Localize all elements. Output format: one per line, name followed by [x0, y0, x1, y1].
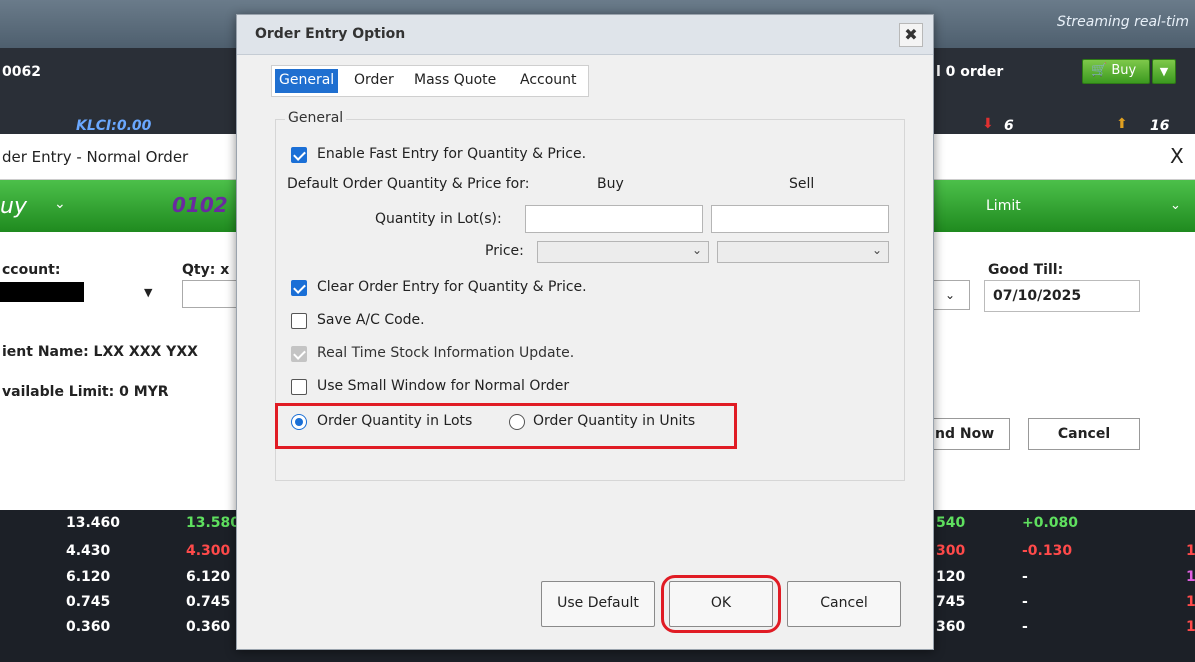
good-till-label: Good Till: — [988, 262, 1064, 278]
quote-cell: 1 — [1186, 594, 1195, 610]
arrow-down-icon: ⬇ — [982, 116, 994, 132]
clear-order-entry-checkbox[interactable] — [291, 280, 307, 296]
enable-fast-entry-label: Enable Fast Entry for Quantity & Price. — [317, 146, 587, 162]
small-window-label: Use Small Window for Normal Order — [317, 378, 570, 394]
order-count: l 0 order — [936, 64, 1004, 80]
buy-column-header: Buy — [597, 176, 624, 192]
buy-dropdown-button[interactable]: ▼ — [1152, 59, 1176, 84]
quote-cell: 1 — [1186, 569, 1195, 585]
sell-quantity-lots-input[interactable] — [711, 205, 889, 233]
quote-cell: +0.080 — [1022, 515, 1079, 531]
quote-cell: - — [1022, 619, 1028, 635]
quote-cell: 4.430 — [66, 543, 111, 559]
account-select-redacted[interactable] — [0, 282, 84, 302]
tab-account[interactable]: Account — [516, 69, 581, 93]
tab-general[interactable]: General — [275, 69, 339, 93]
good-till-type-select[interactable]: ⌄ — [930, 280, 970, 310]
enable-fast-entry-checkbox[interactable] — [291, 147, 307, 163]
sell-price-select[interactable]: ⌄ — [717, 241, 889, 263]
advancers-count: 16 — [1150, 118, 1170, 134]
quote-cell: 6.120 — [66, 569, 111, 585]
quote-cell: - — [1022, 594, 1028, 610]
chevron-down-icon: ⌄ — [944, 288, 956, 302]
order-window-close-button[interactable]: X — [1170, 144, 1184, 168]
account-label: ccount: — [2, 262, 61, 278]
buy-button[interactable]: 🛒 Buy — [1082, 59, 1150, 84]
quote-cell: 360 — [936, 619, 966, 635]
stock-code: 0062 — [2, 64, 41, 80]
price-label: Price: — [485, 243, 524, 259]
buy-quantity-lots-input[interactable] — [525, 205, 703, 233]
quantity-input[interactable] — [182, 280, 240, 308]
chevron-down-icon: ▼ — [1159, 65, 1169, 78]
order-side-label[interactable]: uy — [0, 194, 27, 219]
quote-cell: 540 — [936, 515, 966, 531]
good-till-date-input[interactable]: 07/10/2025 — [984, 280, 1140, 312]
quote-cell: 0.745 — [66, 594, 111, 610]
order-window-title: der Entry - Normal Order — [2, 148, 189, 166]
streaming-status: Streaming real-tim — [1057, 14, 1189, 30]
stock-number: 0102 — [172, 193, 228, 217]
quote-cell: 4.300 — [186, 543, 231, 559]
buy-button-label: Buy — [1111, 63, 1137, 78]
chevron-down-icon: ⌄ — [871, 243, 882, 257]
tab-bar: General Order Mass Quote Account — [271, 65, 589, 97]
order-entry-option-dialog: Order Entry Option ✖ General Order Mass … — [236, 14, 934, 650]
cart-icon: 🛒 — [1091, 63, 1108, 78]
chevron-down-icon: ⌄ — [691, 243, 702, 257]
dialog-title: Order Entry Option — [255, 26, 406, 42]
klci-index: KLCI:0.00 — [76, 118, 152, 134]
close-icon[interactable]: ✖ — [899, 23, 923, 47]
order-type-select[interactable]: Limit — [986, 198, 1021, 214]
quote-cell: 1 — [1186, 619, 1195, 635]
dialog-titlebar: Order Entry Option ✖ — [237, 15, 933, 55]
client-name: ient Name: LXX XXX YXX — [2, 344, 198, 360]
tab-order[interactable]: Order — [350, 69, 398, 93]
radio-highlight-annotation — [275, 403, 737, 449]
quantity-label: Qty: x — [182, 262, 230, 278]
arrow-up-icon: ⬆ — [1116, 116, 1128, 132]
real-time-update-label: Real Time Stock Information Update. — [317, 345, 575, 361]
small-window-checkbox[interactable] — [291, 379, 307, 395]
chevron-down-icon[interactable]: ⌄ — [1170, 198, 1181, 213]
clear-order-entry-label: Clear Order Entry for Quantity & Price. — [317, 279, 587, 295]
quote-cell: 745 — [936, 594, 966, 610]
send-now-button[interactable]: nd Now — [930, 418, 1010, 450]
dropdown-arrow-icon[interactable]: ▼ — [144, 286, 152, 299]
cancel-order-button[interactable]: Cancel — [1028, 418, 1140, 450]
quote-cell: 1 — [1186, 543, 1195, 559]
default-qty-price-label: Default Order Quantity & Price for: — [287, 176, 530, 192]
quote-cell: 300 — [936, 543, 966, 559]
real-time-update-checkbox — [291, 346, 307, 362]
quote-cell: 13.460 — [66, 515, 121, 531]
quote-cell: 13.580 — [186, 515, 241, 531]
sell-column-header: Sell — [789, 176, 815, 192]
use-default-button[interactable]: Use Default — [541, 581, 655, 627]
save-ac-code-label: Save A/C Code. — [317, 312, 425, 328]
save-ac-code-checkbox[interactable] — [291, 313, 307, 329]
cancel-button[interactable]: Cancel — [787, 581, 901, 627]
general-group-title: General — [285, 110, 347, 126]
quote-cell: 0.745 — [186, 594, 231, 610]
tab-mass-quote[interactable]: Mass Quote — [410, 69, 500, 93]
buy-price-select[interactable]: ⌄ — [537, 241, 709, 263]
decliners-count: 6 — [1004, 118, 1014, 134]
quote-cell: 0.360 — [186, 619, 231, 635]
quote-cell: - — [1022, 569, 1028, 585]
quantity-lots-label: Quantity in Lot(s): — [375, 211, 502, 227]
quote-cell: 120 — [936, 569, 966, 585]
quote-cell: -0.130 — [1022, 543, 1073, 559]
chevron-down-icon[interactable]: ⌄ — [54, 196, 66, 212]
ok-highlight-annotation — [661, 575, 781, 633]
available-limit: vailable Limit: 0 MYR — [2, 384, 169, 400]
quote-cell: 0.360 — [66, 619, 111, 635]
quote-cell: 6.120 — [186, 569, 231, 585]
